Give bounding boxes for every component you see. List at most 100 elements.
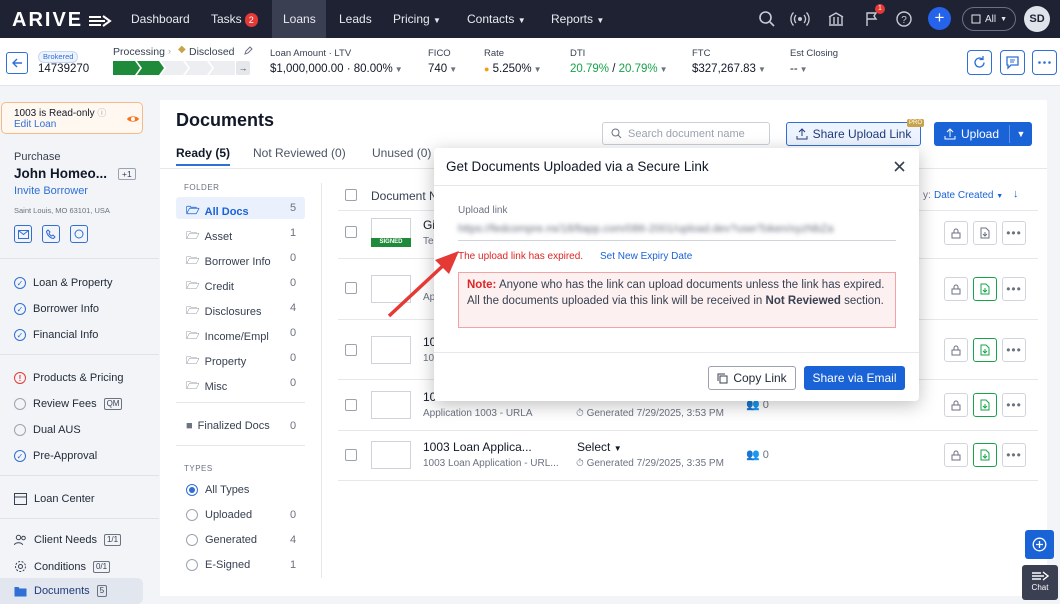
folder-property[interactable]: 🗁 Property bbox=[186, 352, 246, 371]
type-all-types[interactable]: All Types bbox=[186, 484, 249, 496]
borrower-name[interactable]: John Homeo... bbox=[14, 166, 107, 181]
lock-button[interactable] bbox=[944, 277, 968, 301]
chat-button[interactable]: Chat bbox=[1022, 565, 1058, 600]
folder-finalized-docs[interactable]: ■ Finalized Docs bbox=[186, 420, 270, 432]
sort-selector[interactable]: Date Created ▼ bbox=[934, 190, 1003, 201]
scope-selector[interactable]: All ▼ bbox=[962, 7, 1016, 31]
eye-icon[interactable] bbox=[126, 113, 140, 125]
nav-dashboard[interactable]: Dashboard bbox=[120, 0, 201, 38]
edit-icon[interactable] bbox=[243, 46, 253, 56]
lock-button[interactable] bbox=[944, 221, 968, 245]
download-button[interactable] bbox=[973, 338, 997, 362]
folder-borrower-info[interactable]: 🗁 Borrower Info bbox=[186, 252, 271, 271]
row-checkbox[interactable] bbox=[345, 449, 357, 461]
search-document-field[interactable]: Search document name bbox=[602, 122, 770, 145]
nav-reports[interactable]: Reports ▼ bbox=[540, 0, 615, 38]
type-generated[interactable]: Generated bbox=[186, 534, 257, 546]
upload-dropdown-button[interactable]: ▼ bbox=[1010, 122, 1032, 146]
sidebar-item-borrower-info[interactable]: ✓ Borrower Info bbox=[14, 303, 99, 315]
sidebar-item-conditions[interactable]: Conditions 0/1 bbox=[14, 560, 111, 573]
document-thumbnail[interactable] bbox=[371, 391, 411, 419]
broadcast-icon[interactable] bbox=[790, 9, 810, 29]
download-button[interactable] bbox=[973, 221, 997, 245]
copy-link-button[interactable]: Copy Link bbox=[708, 366, 796, 390]
document-type-select[interactable]: Select ▼ bbox=[577, 440, 622, 454]
folder-misc[interactable]: 🗁 Misc bbox=[186, 377, 227, 396]
document-thumbnail[interactable] bbox=[371, 336, 411, 364]
search-input[interactable]: Search document name bbox=[628, 128, 745, 140]
sidebar-item-client-needs[interactable]: Client Needs 1/1 bbox=[14, 534, 122, 546]
sidebar-item-products-pricing[interactable]: ! Products & Pricing bbox=[14, 372, 123, 384]
dti-value[interactable]: 20.79% / 20.79% ▼ bbox=[570, 63, 668, 75]
loan-number[interactable]: 14739270 bbox=[38, 63, 89, 75]
type-uploaded[interactable]: Uploaded bbox=[186, 509, 252, 521]
download-button[interactable] bbox=[973, 443, 997, 467]
folder-all-docs[interactable]: 🗁 All Docs bbox=[186, 202, 249, 221]
fico-value[interactable]: 740 ▼ bbox=[428, 63, 457, 75]
arive-logo[interactable]: ARIVE bbox=[12, 9, 113, 32]
share-via-email-button[interactable]: Share via Email bbox=[804, 366, 905, 390]
back-button[interactable] bbox=[6, 52, 28, 74]
sidebar-item-pre-approval[interactable]: ✓ Pre-Approval bbox=[14, 450, 97, 462]
type-e-signed[interactable]: E-Signed bbox=[186, 559, 250, 571]
folder-disclosures[interactable]: 🗁 Disclosures bbox=[186, 302, 262, 321]
closing-value[interactable]: -- ▼ bbox=[790, 63, 808, 75]
ftc-value[interactable]: $327,267.83 ▼ bbox=[692, 63, 766, 75]
close-icon[interactable] bbox=[893, 160, 906, 173]
share-upload-link-button[interactable]: Share Upload Link bbox=[786, 122, 921, 146]
upload-button[interactable]: Upload bbox=[934, 122, 1009, 146]
document-thumbnail[interactable] bbox=[371, 441, 411, 469]
call-borrower-button[interactable] bbox=[42, 225, 60, 243]
lock-button[interactable] bbox=[944, 393, 968, 417]
search-icon[interactable] bbox=[757, 9, 777, 29]
nav-loans[interactable]: Loans bbox=[272, 0, 326, 38]
message-borrower-button[interactable] bbox=[70, 225, 88, 243]
user-avatar[interactable]: SD bbox=[1024, 6, 1050, 32]
download-button[interactable] bbox=[973, 277, 997, 301]
nav-leads[interactable]: Leads bbox=[328, 0, 383, 38]
bank-icon[interactable] bbox=[826, 9, 846, 29]
edit-loan-link[interactable]: Edit Loan bbox=[14, 119, 56, 130]
rate-value[interactable]: ● 5.250% ▼ bbox=[484, 63, 542, 75]
folder-asset[interactable]: 🗁 Asset bbox=[186, 227, 232, 246]
folder-income-empl[interactable]: 🗁 Income/Empl bbox=[186, 327, 269, 346]
comments-button[interactable] bbox=[1000, 50, 1025, 75]
sidebar-item-dual-aus[interactable]: Dual AUS bbox=[14, 424, 81, 436]
sidebar-item-review-fees[interactable]: Review Fees QM bbox=[14, 398, 123, 410]
set-expiry-link[interactable]: Set New Expiry Date bbox=[600, 251, 692, 262]
nav-pricing[interactable]: Pricing ▼ bbox=[382, 0, 452, 38]
nav-contacts[interactable]: Contacts ▼ bbox=[456, 0, 537, 38]
co-borrower-count[interactable]: +1 bbox=[118, 168, 136, 180]
invite-borrower-link[interactable]: Invite Borrower bbox=[14, 185, 88, 197]
row-checkbox[interactable] bbox=[345, 399, 357, 411]
lock-button[interactable] bbox=[944, 338, 968, 362]
row-more-button[interactable]: ••• bbox=[1002, 277, 1026, 301]
select-all-checkbox[interactable] bbox=[345, 189, 357, 201]
row-checkbox[interactable] bbox=[345, 282, 357, 294]
row-checkbox[interactable] bbox=[345, 344, 357, 356]
sidebar-item-financial-info[interactable]: ✓ Financial Info bbox=[14, 329, 98, 341]
lock-button[interactable] bbox=[944, 443, 968, 467]
row-more-button[interactable]: ••• bbox=[1002, 338, 1026, 362]
tab-ready[interactable]: Ready (5) bbox=[176, 146, 230, 160]
row-more-button[interactable]: ••• bbox=[1002, 443, 1026, 467]
shared-users[interactable]: 👥 0 bbox=[746, 448, 769, 461]
tab-not-reviewed[interactable]: Not Reviewed (0) bbox=[253, 146, 346, 160]
upload-link-value[interactable]: https://fedcompre.ns/18/ltapp.com/086-20… bbox=[458, 223, 898, 235]
sidebar-item-loan-property[interactable]: ✓ Loan & Property bbox=[14, 277, 113, 289]
next-stage-button[interactable]: → bbox=[236, 61, 250, 75]
sidebar-item-loan-center[interactable]: Loan Center bbox=[14, 493, 95, 505]
folder-credit[interactable]: 🗁 Credit bbox=[186, 277, 234, 296]
floating-add-button[interactable] bbox=[1025, 530, 1054, 559]
row-more-button[interactable]: ••• bbox=[1002, 221, 1026, 245]
tab-unused[interactable]: Unused (0) bbox=[372, 146, 431, 160]
row-more-button[interactable]: ••• bbox=[1002, 393, 1026, 417]
download-button[interactable] bbox=[973, 393, 997, 417]
sidebar-item-documents[interactable]: Documents 5 bbox=[14, 585, 108, 597]
column-header-document[interactable]: Document N bbox=[371, 189, 438, 203]
nav-tasks[interactable]: Tasks 2 bbox=[200, 0, 269, 38]
add-new-button[interactable]: + bbox=[928, 7, 951, 30]
refresh-button[interactable] bbox=[967, 50, 992, 75]
document-name[interactable]: 1003 Loan Applica... bbox=[423, 440, 532, 454]
email-borrower-button[interactable] bbox=[14, 225, 32, 243]
